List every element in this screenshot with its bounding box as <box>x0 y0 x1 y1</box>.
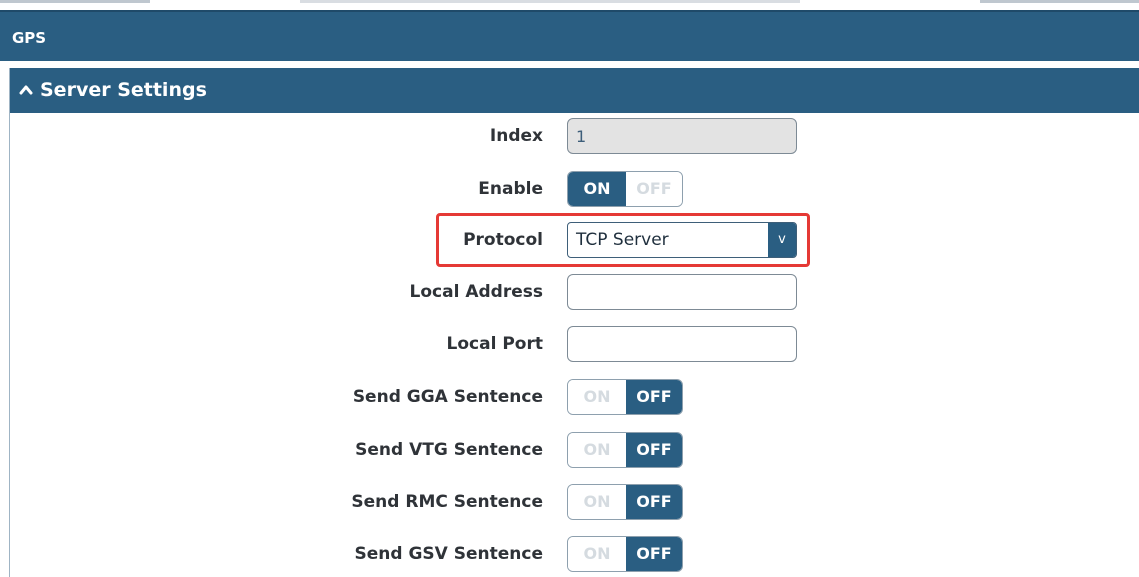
send-vtg-toggle-on[interactable]: ON <box>568 433 626 467</box>
send-gga-row: Send GGA Sentence ON OFF <box>10 377 1139 417</box>
send-gga-label: Send GGA Sentence <box>352 387 543 407</box>
enable-row: Enable ON OFF <box>10 169 1139 209</box>
index-field[interactable] <box>567 118 797 154</box>
index-row: Index <box>10 116 1139 156</box>
chevron-up-icon[interactable] <box>19 83 33 97</box>
send-gsv-toggle[interactable]: ON OFF <box>567 536 683 572</box>
local-port-label: Local Port <box>446 334 543 354</box>
enable-toggle-off[interactable]: OFF <box>626 172 682 206</box>
send-vtg-label: Send VTG Sentence <box>355 440 543 460</box>
local-address-field[interactable] <box>567 274 797 310</box>
send-rmc-row: Send RMC Sentence ON OFF <box>10 482 1139 522</box>
protocol-highlight-box <box>436 213 810 267</box>
local-port-field[interactable] <box>567 326 797 362</box>
top-strip <box>0 0 1139 10</box>
page-header: GPS <box>0 10 1139 61</box>
panel-title: Server Settings <box>40 79 207 101</box>
local-address-label: Local Address <box>409 282 543 302</box>
send-gsv-toggle-off[interactable]: OFF <box>626 537 682 571</box>
send-rmc-label: Send RMC Sentence <box>351 492 543 512</box>
enable-toggle[interactable]: ON OFF <box>567 171 683 207</box>
send-rmc-toggle-off[interactable]: OFF <box>626 485 682 519</box>
send-rmc-toggle-on[interactable]: ON <box>568 485 626 519</box>
send-vtg-toggle[interactable]: ON OFF <box>567 432 683 468</box>
local-address-row: Local Address <box>10 272 1139 312</box>
enable-label: Enable <box>478 179 543 199</box>
server-settings-header[interactable]: Server Settings <box>10 68 1139 113</box>
send-gsv-toggle-on[interactable]: ON <box>568 537 626 571</box>
send-gga-toggle-off[interactable]: OFF <box>626 380 682 414</box>
send-vtg-toggle-off[interactable]: OFF <box>626 433 682 467</box>
index-label: Index <box>489 126 543 146</box>
send-rmc-toggle[interactable]: ON OFF <box>567 484 683 520</box>
page-title: GPS <box>12 29 47 47</box>
send-gsv-row: Send GSV Sentence ON OFF <box>10 534 1139 574</box>
send-gga-toggle[interactable]: ON OFF <box>567 379 683 415</box>
send-gsv-label: Send GSV Sentence <box>354 544 543 564</box>
page: GPS Server Settings Index Enable ON OFF … <box>0 0 1139 577</box>
local-port-row: Local Port <box>10 324 1139 364</box>
server-settings-panel: Server Settings Index Enable ON OFF Prot… <box>9 68 1139 577</box>
enable-toggle-on[interactable]: ON <box>568 172 626 206</box>
send-vtg-row: Send VTG Sentence ON OFF <box>10 430 1139 470</box>
send-gga-toggle-on[interactable]: ON <box>568 380 626 414</box>
